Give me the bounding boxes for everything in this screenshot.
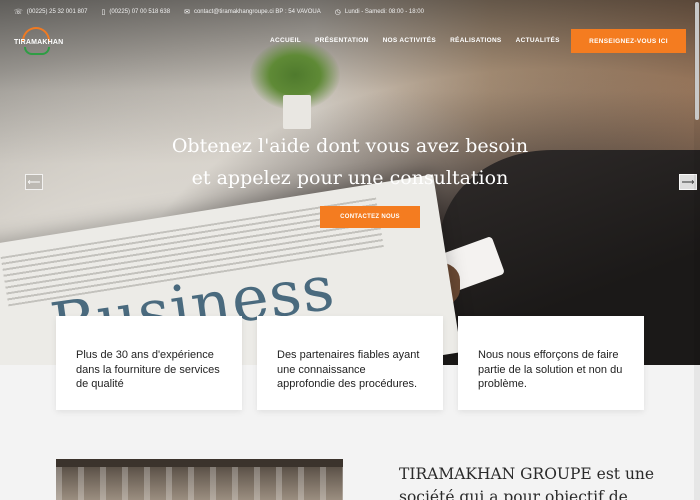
nav-accueil[interactable]: ACCUEIL [270,37,301,44]
inquiry-button[interactable]: RENSEIGNEZ-VOUS ICI [571,29,686,53]
feature-text-2: Des partenaires fiables ayant une connai… [277,349,420,390]
nav-presentation[interactable]: PRÉSENTATION [315,37,369,44]
nav-activites[interactable]: NOS ACTIVITÉS [383,37,437,44]
nav-realisations[interactable]: RÉALISATIONS [450,37,502,44]
slider-prev-button[interactable]: ⟵ [25,174,43,190]
building-image [56,459,343,500]
site-logo[interactable]: TIRAMAKHAN [14,27,66,55]
main-nav: ACCUEIL PRÉSENTATION NOS ACTIVITÉS RÉALI… [270,37,560,44]
feature-text-1: Plus de 30 ans d'expérience dans la four… [76,349,220,390]
hero-headline: Obtenez l'aide dont vous avez besoin et … [150,130,550,194]
clock-icon: ◷ [334,9,341,16]
logo-arc-green [24,47,50,55]
opening-hours: ◷ Lundi - Samedi: 08:00 - 18:00 [335,8,424,16]
mail-icon: ✉ [184,9,190,16]
hero-line-2: et appelez pour une consultation [191,167,509,189]
feature-card-solution: Nous nous efforçons de faire partie de l… [458,316,644,410]
logo-text: TIRAMAKHAN [14,39,64,46]
nav-actualites[interactable]: ACTUALITÉS [516,37,560,44]
feature-card-partners: Des partenaires fiables ayant une connai… [257,316,443,410]
phone-2-text: (00225) 07 00 518 638 [109,9,171,15]
hero-line-1: Obtenez l'aide dont vous avez besoin [171,135,529,157]
phone-1[interactable]: ☏ (00225) 25 32 001 807 [14,8,87,16]
email-text: contact@tiramakhangroupe.ci BP : 54 VAVO… [193,9,321,15]
email[interactable]: ✉ contact@tiramakhangroupe.ci BP : 54 VA… [184,8,321,16]
arrow-left-icon: ⟵ [27,176,41,187]
contact-topbar: ☏ (00225) 25 32 001 807 ▯ (00225) 07 00 … [14,6,424,18]
feature-text-3: Nous nous efforçons de faire partie de l… [478,349,623,390]
plant-pot [283,95,311,129]
about-intro: TIRAMAKHAN GROUPE est une société qui a … [399,465,655,500]
hours-text: Lundi - Samedi: 08:00 - 18:00 [344,9,424,15]
arrow-right-icon: ⟶ [681,176,695,187]
phone-1-text: (00225) 25 32 001 807 [26,9,88,15]
mobile-icon: ▯ [101,9,106,16]
phone-icon: ☏ [14,9,23,16]
feature-card-experience: Plus de 30 ans d'expérience dans la four… [56,316,242,410]
scrollbar-thumb[interactable] [695,2,699,120]
contact-us-button[interactable]: CONTACTEZ NOUS [320,206,420,228]
phone-2[interactable]: ▯ (00225) 07 00 518 638 [101,8,170,16]
